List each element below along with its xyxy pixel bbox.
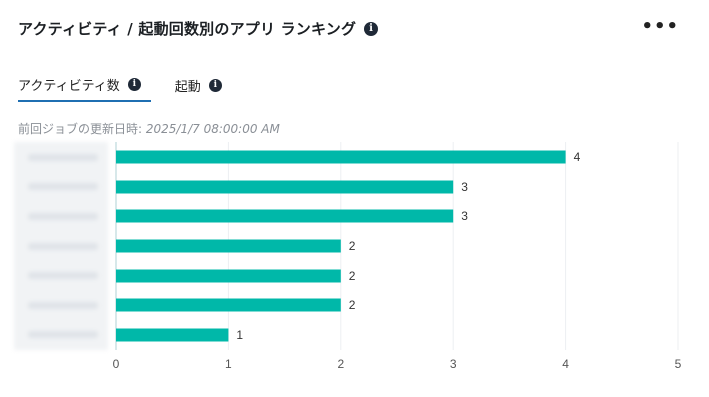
bar-chart: 0 1 2 3 4 5 4 3 3 2 2 2 1 [113,142,682,371]
x-tick-label: 2 [337,357,344,371]
x-tick-label: 4 [562,357,569,371]
x-tick-label: 5 [675,357,682,371]
bar[interactable] [116,209,454,223]
bar[interactable] [116,269,341,283]
bar[interactable] [116,180,454,194]
bar[interactable] [116,150,566,164]
bar-value-label: 3 [461,209,468,223]
bar-value-label: 2 [349,298,356,312]
bar-value-label: 3 [461,180,468,194]
bar[interactable] [116,298,341,312]
bar-value-label: 2 [349,269,356,283]
x-tick-label: 1 [225,357,232,371]
bar-value-label: 2 [349,239,356,253]
bar[interactable] [116,328,229,342]
bar[interactable] [116,239,341,253]
bar-value-label: 1 [236,328,243,342]
x-tick-label: 3 [450,357,457,371]
x-tick-label: 0 [113,357,120,371]
bar-value-label: 4 [574,150,581,164]
